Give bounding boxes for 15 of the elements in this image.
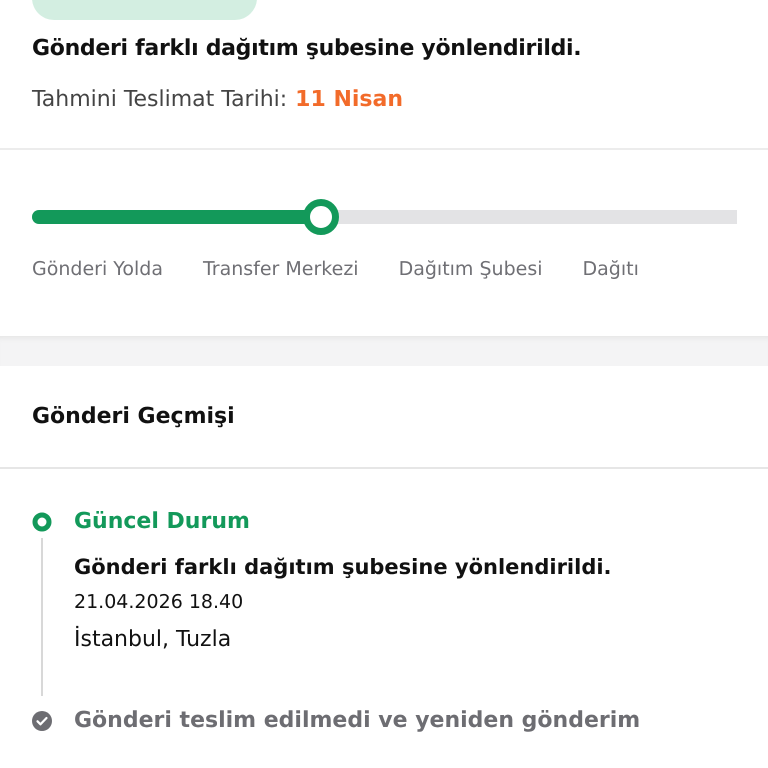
event-title: Gönderi teslim edilmedi ve yeniden gönderim — [74, 707, 642, 735]
event-title: Güncel Durum — [74, 508, 251, 536]
eta-date: 11 Nisan — [295, 87, 404, 112]
stage-label: Dağıtım Şubesi — [398, 258, 542, 280]
status-message: Gönderi farklı dağıtım şubesine yönlendirildi. — [32, 36, 582, 61]
stage-label: Dağıtı — [582, 258, 639, 280]
status-ring-icon — [32, 512, 52, 532]
stage-label: Transfer Merkezi — [202, 258, 359, 280]
event-location: İstanbul, Tuzla — [74, 627, 232, 652]
event-message: Gönderi farklı dağıtım şubesine yönlendirildi. — [74, 555, 613, 579]
event-time: 21.04.2026 18.40 — [74, 591, 244, 613]
eta-label: Tahmini Teslimat Tarihi: — [32, 87, 288, 112]
check-circle-icon — [32, 711, 52, 731]
stage-label: Gönderi Yolda — [32, 258, 163, 280]
section-title: Gönderi Geçmişi — [0, 366, 768, 469]
